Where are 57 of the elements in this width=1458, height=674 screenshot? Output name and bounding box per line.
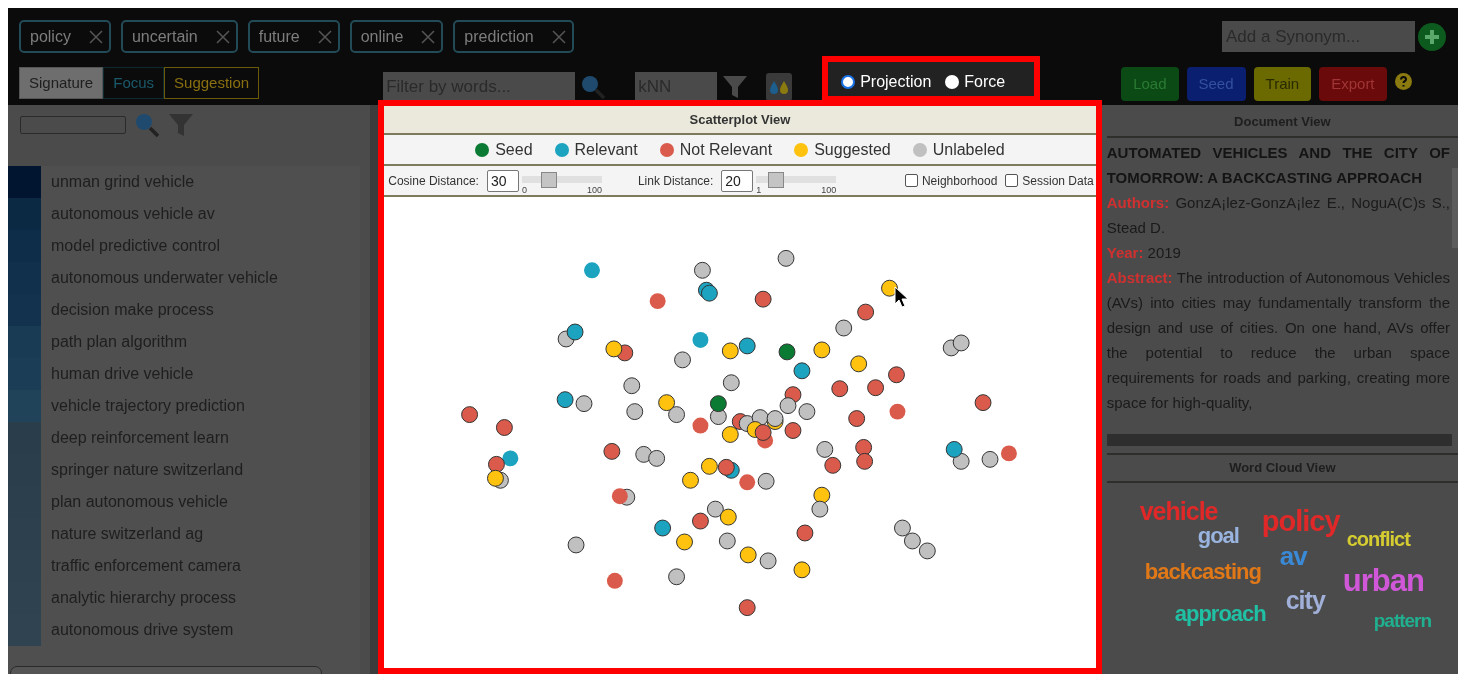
slider-label: Link Distance: <box>637 172 714 190</box>
tag-chip[interactable]: policy <box>19 20 111 53</box>
slider-thumb[interactable] <box>541 171 558 188</box>
tag-chip[interactable]: prediction <box>453 20 574 53</box>
slider-min: 1 <box>756 183 762 197</box>
cloud-word: pattern <box>1373 611 1432 630</box>
close-icon[interactable] <box>317 29 332 44</box>
cloud-word: vehicle <box>1139 499 1218 524</box>
value-field[interactable]: 20 <box>721 169 754 192</box>
close-icon[interactable] <box>551 29 566 44</box>
cloud-word: approach <box>1174 603 1266 625</box>
legend-label: Relevant <box>574 139 638 160</box>
slider-label: Cosine Distance: <box>388 172 479 190</box>
tag-label: online <box>360 26 404 47</box>
layout-radio[interactable]: Projection <box>841 70 932 94</box>
slider-max: 100 <box>586 183 602 197</box>
close-icon[interactable] <box>421 29 436 44</box>
horizontal-scrollbar[interactable] <box>1106 434 1452 446</box>
legend-label: Seed <box>495 139 533 160</box>
cloud-word: city <box>1285 588 1325 613</box>
cloud-word: goal <box>1197 525 1239 547</box>
mode-tab[interactable]: Focus <box>103 67 165 99</box>
phrase-search-field[interactable] <box>20 116 126 134</box>
drops-icon[interactable] <box>766 73 793 101</box>
layout-radio[interactable]: Force <box>945 70 1006 94</box>
add-icon[interactable] <box>1418 22 1446 51</box>
slider-min: 0 <box>521 183 527 197</box>
slider-thumb[interactable] <box>768 171 785 188</box>
legend-label: Not Relevant <box>679 139 773 160</box>
tag-chip[interactable]: online <box>349 20 444 53</box>
tag-label: prediction <box>464 26 534 47</box>
cloud-word: conflict <box>1346 529 1410 549</box>
legend-label: Suggested <box>814 139 891 160</box>
train-button[interactable]: Train <box>1253 67 1312 101</box>
checkbox-option[interactable]: Neighborhood <box>904 171 998 190</box>
close-icon[interactable] <box>88 29 103 44</box>
search-icon[interactable] <box>580 74 607 100</box>
legend-label: Unlabeled <box>932 139 1005 160</box>
tag-label: policy <box>30 26 71 47</box>
tag-label: future <box>258 26 300 47</box>
cloud-word: backcasting <box>1144 561 1261 583</box>
search-icon[interactable] <box>134 112 160 138</box>
slider-max: 100 <box>821 183 837 197</box>
cloud-word: urban <box>1342 565 1424 596</box>
value-field[interactable]: 30 <box>486 169 519 192</box>
mode-tab[interactable]: Suggestion <box>164 67 260 99</box>
filter-icon[interactable] <box>168 112 194 138</box>
cloud-word: policy <box>1261 507 1340 536</box>
checkbox-option[interactable]: Session Data <box>1005 171 1094 190</box>
tag-label: uncertain <box>131 26 198 47</box>
mode-tab[interactable]: Signature <box>19 67 104 99</box>
tag-chip[interactable]: future <box>247 20 340 53</box>
help-icon[interactable] <box>1394 73 1412 90</box>
cloud-word: av <box>1279 543 1307 569</box>
tag-chip[interactable]: uncertain <box>120 20 238 53</box>
close-icon[interactable] <box>215 29 230 44</box>
view-title: Scatterplot View <box>384 106 1096 135</box>
